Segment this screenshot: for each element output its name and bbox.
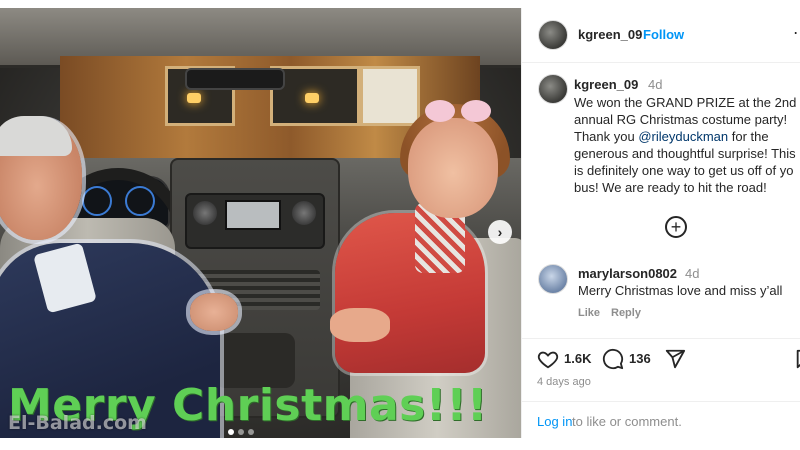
woman-hands: [330, 308, 390, 342]
caption-line-part: for the: [728, 129, 769, 144]
comment-time[interactable]: 4d: [685, 266, 699, 281]
caption-line: We won the GRAND PRIZE at the 2nd: [574, 95, 797, 110]
comment-icon[interactable]: [602, 348, 624, 370]
hair-bow: [425, 100, 491, 124]
cabin-light: [305, 93, 319, 103]
carousel-dot: [238, 429, 244, 435]
likes-count[interactable]: 1.6K: [564, 351, 591, 366]
comment-text: Merry Christmas love and miss y’all: [578, 283, 783, 298]
caption-line: Thank you @rileyduckman for the: [574, 128, 800, 145]
woman-head: [408, 118, 498, 218]
caption-avatar[interactable]: [538, 74, 568, 104]
login-prompt: to like or comment.: [572, 414, 682, 429]
carousel-dot: [248, 429, 254, 435]
carousel-dots: [228, 429, 254, 435]
heart-icon[interactable]: [537, 348, 559, 370]
comment-like-button[interactable]: Like: [578, 307, 600, 319]
separator-dot: ·: [635, 27, 640, 42]
carousel-next-icon[interactable]: ›: [488, 220, 512, 244]
cabin-window: [360, 66, 420, 126]
cabin-light: [187, 93, 201, 103]
radio-knob: [292, 201, 316, 225]
caption-text: We won the GRAND PRIZE at the 2nd annual…: [574, 94, 800, 196]
comments-count[interactable]: 136: [629, 351, 651, 366]
caption-line: bus! We are ready to hit the road!: [574, 180, 767, 195]
post-photo[interactable]: › Merry Christmas!!! El-Balad.com: [0, 8, 521, 438]
caption-line-part: Thank you: [574, 129, 639, 144]
caption-line: generous and thoughtful surprise! This: [574, 146, 796, 161]
post-side-panel: kgreen_09 · Follow ⋯ kgreen_09 4d We won…: [521, 8, 800, 438]
commenter-username[interactable]: marylarson0802: [578, 266, 677, 281]
bookmark-icon[interactable]: [794, 348, 800, 370]
caption-username[interactable]: kgreen_09: [574, 77, 638, 92]
radio-screen: [225, 200, 281, 230]
radio-knob: [193, 201, 217, 225]
caption-line: is definitely one way to get us off of y…: [574, 163, 794, 178]
author-username[interactable]: kgreen_09: [578, 27, 642, 42]
posted-ago[interactable]: 4 days ago: [537, 376, 591, 388]
rearview-mirror: [185, 68, 285, 90]
comment-reply-button[interactable]: Reply: [611, 307, 641, 319]
follow-button[interactable]: Follow: [643, 27, 684, 42]
commenter-avatar[interactable]: [538, 264, 568, 294]
author-avatar[interactable]: [538, 20, 568, 50]
share-icon[interactable]: [664, 348, 686, 370]
divider: [522, 338, 800, 339]
caption-line: annual RG Christmas costume party!: [574, 112, 788, 127]
man-hand: [190, 293, 238, 331]
ellipsis-icon[interactable]: ⋯: [793, 23, 800, 43]
post-header: kgreen_09 · Follow ⋯: [522, 8, 800, 63]
watermark: El-Balad.com: [8, 412, 147, 434]
caption-time[interactable]: 4d: [648, 77, 662, 92]
carousel-dot-active: [228, 429, 234, 435]
login-link[interactable]: Log in: [537, 414, 572, 429]
divider: [522, 401, 800, 402]
mention-link[interactable]: @rileyduckman: [638, 129, 728, 144]
plus-circle-icon[interactable]: +: [665, 216, 687, 238]
